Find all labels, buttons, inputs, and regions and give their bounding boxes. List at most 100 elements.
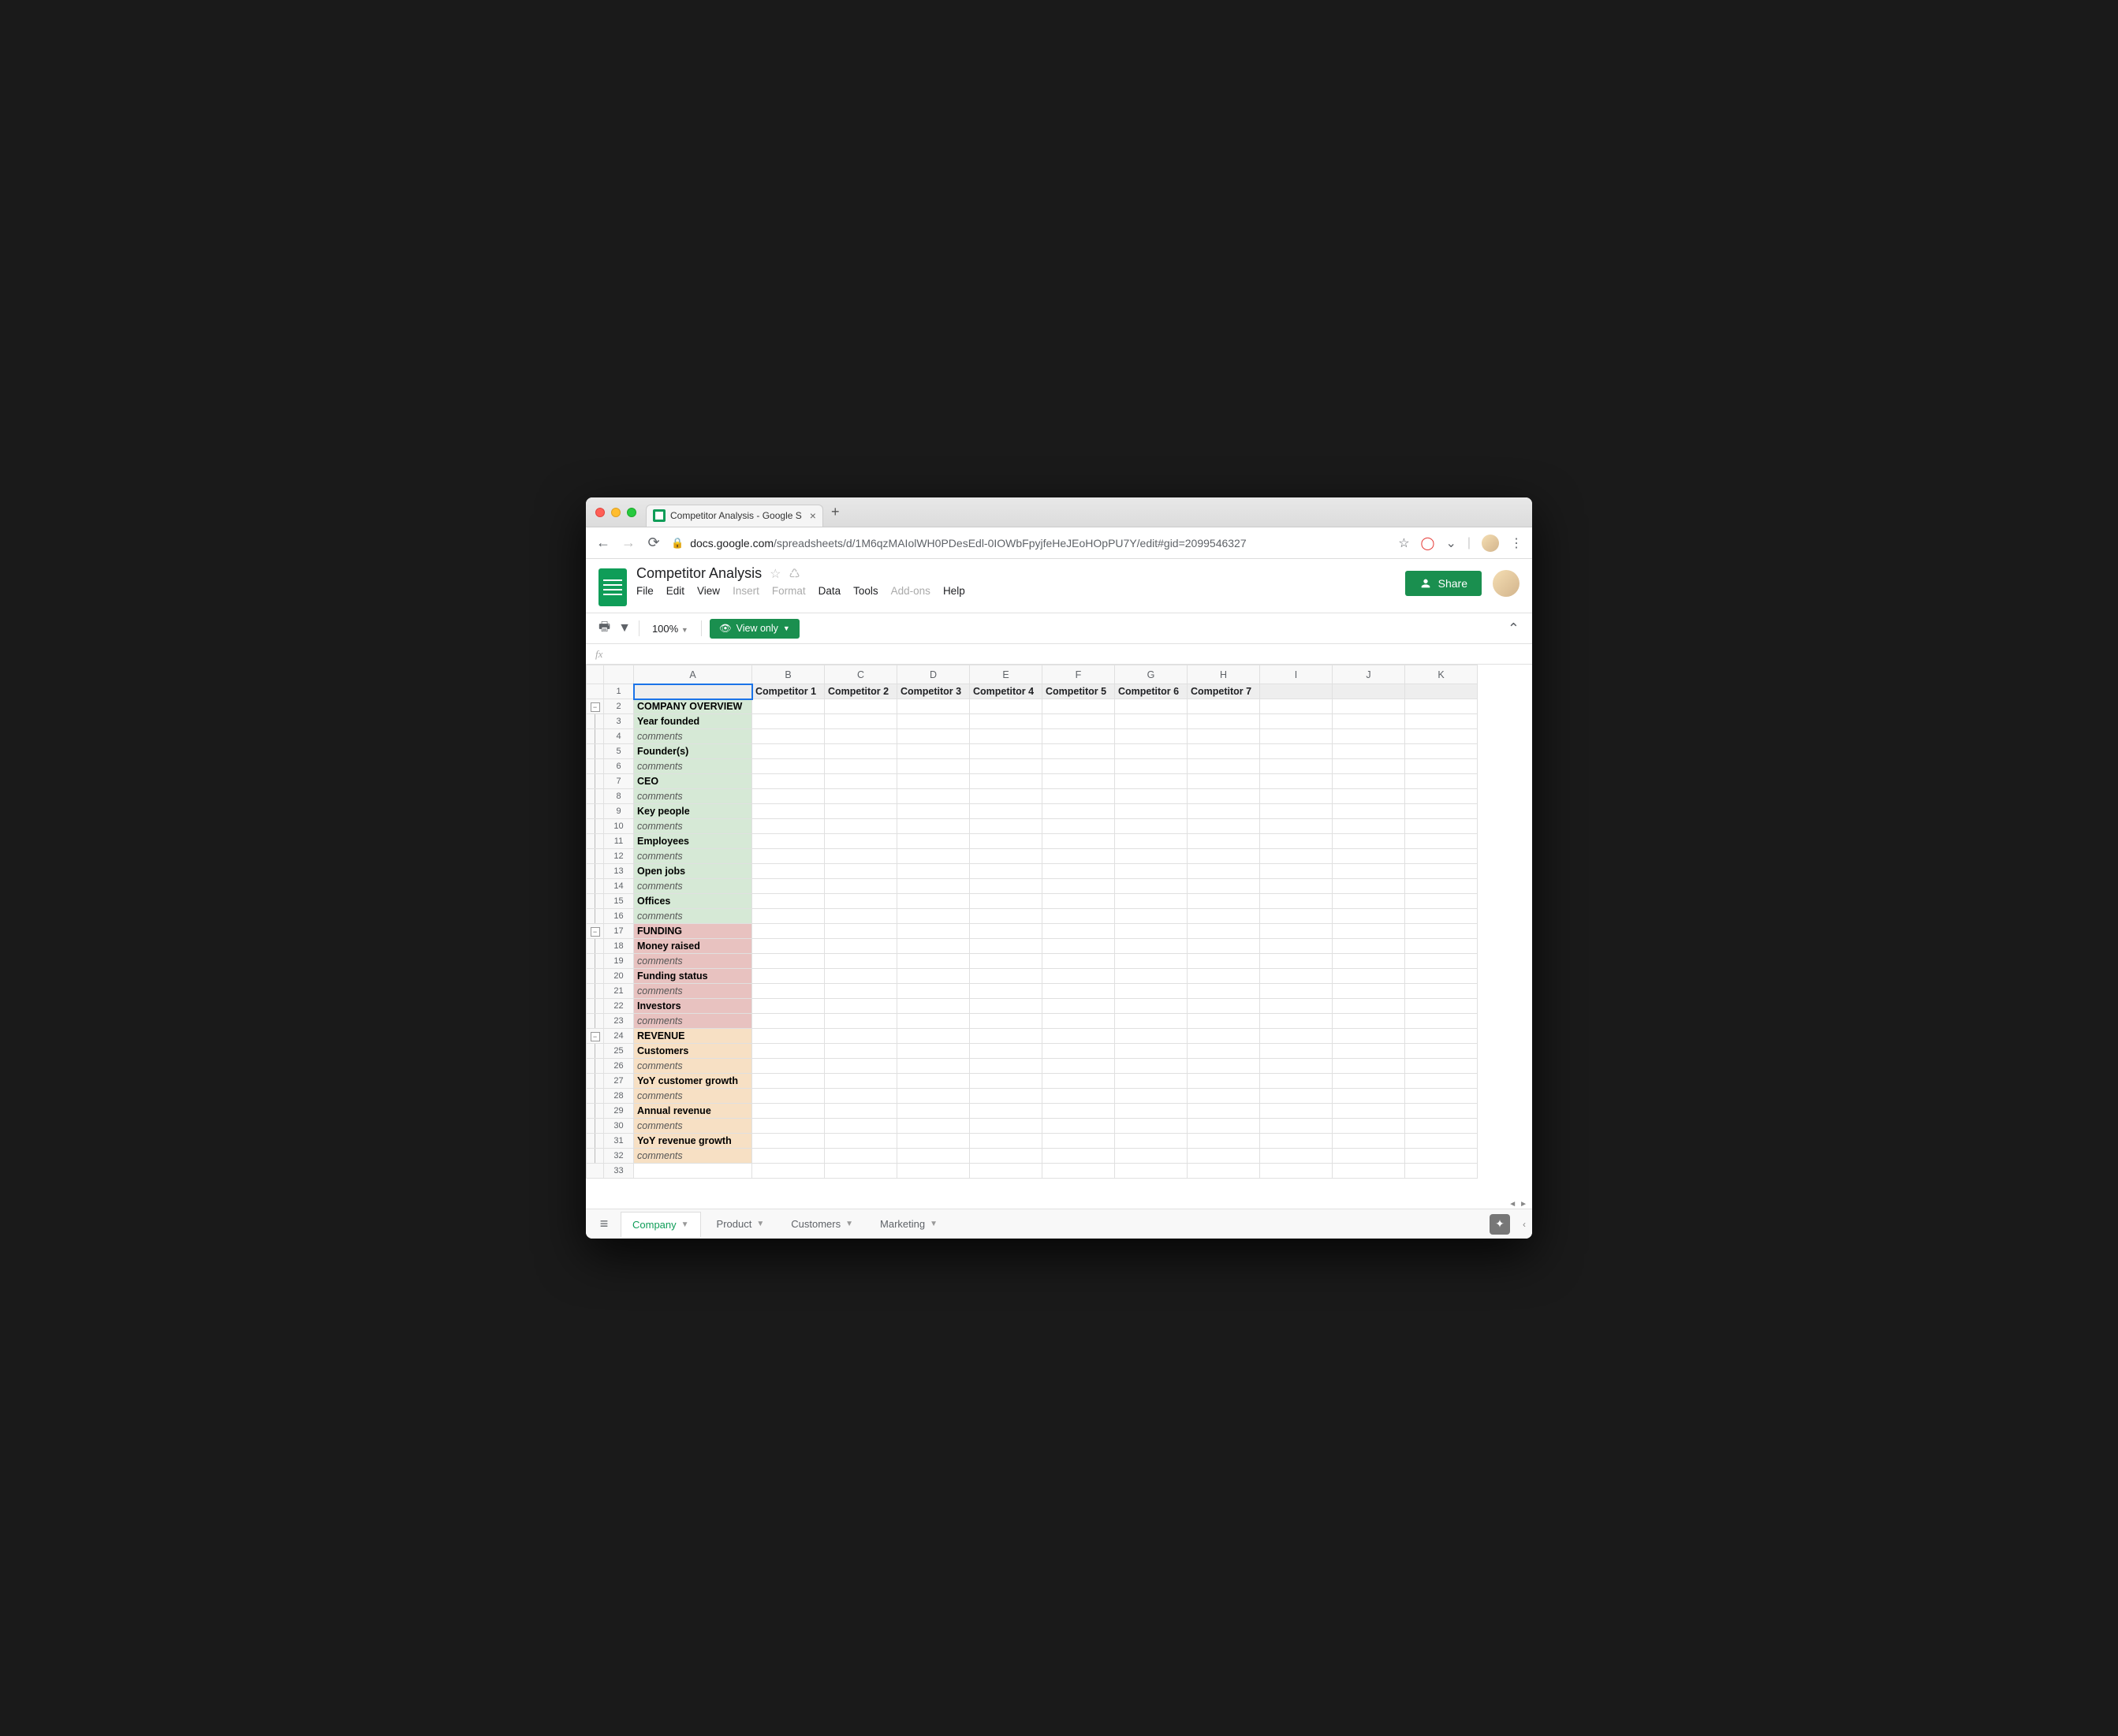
cell-D5[interactable]	[897, 744, 970, 759]
row-header-24[interactable]: 24	[604, 1029, 634, 1044]
cell-E30[interactable]	[970, 1119, 1042, 1134]
cell-I33[interactable]	[1260, 1164, 1333, 1179]
cell-H23[interactable]	[1188, 1014, 1260, 1029]
cell-E17[interactable]	[970, 924, 1042, 939]
cell-G4[interactable]	[1115, 729, 1188, 744]
cell-C19[interactable]	[825, 954, 897, 969]
cell-B6[interactable]	[752, 759, 825, 774]
cell-J18[interactable]	[1333, 939, 1405, 954]
cell-F10[interactable]	[1042, 819, 1115, 834]
cell-D18[interactable]	[897, 939, 970, 954]
cell-B24[interactable]	[752, 1029, 825, 1044]
nav-left-icon[interactable]: ‹	[1523, 1219, 1526, 1230]
cell-A19[interactable]: comments	[634, 954, 752, 969]
cell-K7[interactable]	[1405, 774, 1478, 789]
cell-B5[interactable]	[752, 744, 825, 759]
group-toggle-icon[interactable]: −	[591, 1032, 600, 1041]
cell-B25[interactable]	[752, 1044, 825, 1059]
cell-A33[interactable]	[634, 1164, 752, 1179]
cell-D15[interactable]	[897, 894, 970, 909]
cell-A11[interactable]: Employees	[634, 834, 752, 849]
cell-B3[interactable]	[752, 714, 825, 729]
cell-G11[interactable]	[1115, 834, 1188, 849]
cell-G32[interactable]	[1115, 1149, 1188, 1164]
cell-A32[interactable]: comments	[634, 1149, 752, 1164]
col-header-K[interactable]: K	[1405, 665, 1478, 684]
cell-C28[interactable]	[825, 1089, 897, 1104]
cell-B13[interactable]	[752, 864, 825, 879]
cell-J11[interactable]	[1333, 834, 1405, 849]
cell-G21[interactable]	[1115, 984, 1188, 999]
col-header-C[interactable]: C	[825, 665, 897, 684]
cell-F31[interactable]	[1042, 1134, 1115, 1149]
cell-F26[interactable]	[1042, 1059, 1115, 1074]
cell-E29[interactable]	[970, 1104, 1042, 1119]
cell-G28[interactable]	[1115, 1089, 1188, 1104]
cell-D2[interactable]	[897, 699, 970, 714]
cell-H11[interactable]	[1188, 834, 1260, 849]
col-header-I[interactable]: I	[1260, 665, 1333, 684]
cell-B8[interactable]	[752, 789, 825, 804]
cell-E26[interactable]	[970, 1059, 1042, 1074]
cell-G2[interactable]	[1115, 699, 1188, 714]
maximize-window-button[interactable]	[627, 508, 636, 517]
chevron-down-icon[interactable]: ▼	[756, 1220, 764, 1228]
cell-J9[interactable]	[1333, 804, 1405, 819]
cell-J8[interactable]	[1333, 789, 1405, 804]
cell-K29[interactable]	[1405, 1104, 1478, 1119]
cell-C27[interactable]	[825, 1074, 897, 1089]
cell-B11[interactable]	[752, 834, 825, 849]
cell-C11[interactable]	[825, 834, 897, 849]
cell-J17[interactable]	[1333, 924, 1405, 939]
cell-A21[interactable]: comments	[634, 984, 752, 999]
chevron-down-icon[interactable]: ▼	[930, 1220, 938, 1228]
cell-J14[interactable]	[1333, 879, 1405, 894]
cell-A6[interactable]: comments	[634, 759, 752, 774]
cell-E14[interactable]	[970, 879, 1042, 894]
cell-F6[interactable]	[1042, 759, 1115, 774]
menu-data[interactable]: Data	[818, 585, 841, 597]
cell-E15[interactable]	[970, 894, 1042, 909]
cell-G1[interactable]: Competitor 6	[1115, 684, 1188, 699]
close-window-button[interactable]	[595, 508, 605, 517]
cell-I10[interactable]	[1260, 819, 1333, 834]
close-tab-icon[interactable]: ×	[810, 509, 816, 522]
cell-C1[interactable]: Competitor 2	[825, 684, 897, 699]
cell-I5[interactable]	[1260, 744, 1333, 759]
cell-K32[interactable]	[1405, 1149, 1478, 1164]
cell-F17[interactable]	[1042, 924, 1115, 939]
cell-H24[interactable]	[1188, 1029, 1260, 1044]
cell-A22[interactable]: Investors	[634, 999, 752, 1014]
row-header-13[interactable]: 13	[604, 864, 634, 879]
cell-F22[interactable]	[1042, 999, 1115, 1014]
cell-F21[interactable]	[1042, 984, 1115, 999]
cell-D26[interactable]	[897, 1059, 970, 1074]
row-header-11[interactable]: 11	[604, 834, 634, 849]
new-tab-button[interactable]: +	[831, 504, 840, 520]
cell-F7[interactable]	[1042, 774, 1115, 789]
row-header-2[interactable]: 2	[604, 699, 634, 714]
cell-I18[interactable]	[1260, 939, 1333, 954]
cell-E5[interactable]	[970, 744, 1042, 759]
chevron-down-icon[interactable]: ▼	[845, 1220, 853, 1228]
cell-C3[interactable]	[825, 714, 897, 729]
row-header-32[interactable]: 32	[604, 1149, 634, 1164]
cell-B14[interactable]	[752, 879, 825, 894]
cell-K24[interactable]	[1405, 1029, 1478, 1044]
cell-F5[interactable]	[1042, 744, 1115, 759]
cell-H2[interactable]	[1188, 699, 1260, 714]
cell-K30[interactable]	[1405, 1119, 1478, 1134]
cell-B23[interactable]	[752, 1014, 825, 1029]
cell-B28[interactable]	[752, 1089, 825, 1104]
cell-J32[interactable]	[1333, 1149, 1405, 1164]
url-input[interactable]: 🔒 docs.google.com/spreadsheets/d/1M6qzMA…	[671, 537, 1389, 549]
cell-K18[interactable]	[1405, 939, 1478, 954]
cell-C13[interactable]	[825, 864, 897, 879]
cell-H1[interactable]: Competitor 7	[1188, 684, 1260, 699]
cell-K31[interactable]	[1405, 1134, 1478, 1149]
cell-G18[interactable]	[1115, 939, 1188, 954]
cell-E33[interactable]	[970, 1164, 1042, 1179]
cell-K22[interactable]	[1405, 999, 1478, 1014]
cell-G3[interactable]	[1115, 714, 1188, 729]
cell-D33[interactable]	[897, 1164, 970, 1179]
